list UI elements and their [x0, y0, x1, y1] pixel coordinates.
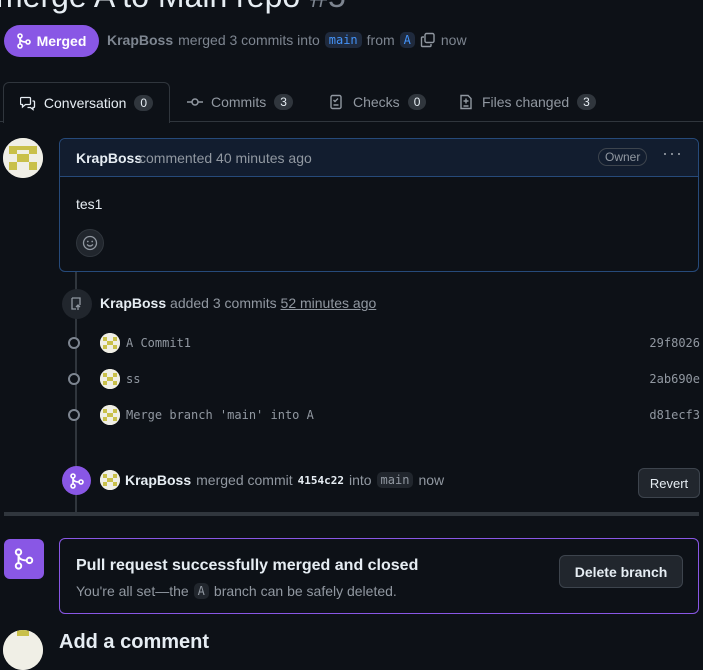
commits-event-author-link[interactable]: KrapBoss: [100, 295, 166, 311]
commit-sha-link[interactable]: d81ecf3: [649, 408, 700, 422]
commits-event-time-link[interactable]: 52 minutes ago: [281, 295, 377, 311]
pr-merged-time: now: [440, 32, 467, 48]
identicon-avatar-image: [100, 405, 120, 425]
repo-push-event-badge: [62, 289, 92, 319]
base-branch-label[interactable]: main: [324, 32, 362, 48]
tab-commits-label: Commits: [211, 94, 267, 110]
smiley-icon: [82, 235, 98, 251]
comment-action-text: commented 40 minutes ago: [139, 150, 312, 166]
commit-row: A Commit1 29f8026: [68, 331, 700, 355]
merge-event: KrapBoss merged commit 4154c22 into main…: [100, 470, 444, 490]
repo-push-icon: [71, 297, 81, 310]
merge-target-branch[interactable]: main: [376, 472, 414, 488]
add-comment-heading: Add a comment: [59, 631, 210, 653]
tab-conversation-count: 0: [134, 95, 154, 111]
head-branch-label[interactable]: A: [399, 32, 415, 48]
merged-box-desc-after: branch can be safely deleted.: [213, 583, 397, 599]
merge-event-time: now: [418, 472, 445, 488]
identicon-avatar-image: [100, 333, 120, 353]
pr-subtitle: KrapBoss merged 3 commits into main from…: [107, 32, 467, 48]
tab-files-changed-count: 3: [577, 94, 596, 110]
tab-files-changed[interactable]: Files changed 3: [458, 82, 596, 122]
commits-event-action: added 3 commits: [170, 295, 277, 311]
identicon-avatar-image: [3, 630, 43, 670]
comment-box: KrapBoss commented 40 minutes ago Owner …: [59, 138, 699, 272]
comment-author-link[interactable]: KrapBoss: [76, 150, 142, 166]
merged-box-branch[interactable]: A: [193, 583, 209, 599]
tab-commits-count: 3: [274, 94, 293, 110]
merge-event-badge: [62, 466, 91, 495]
commit-dot-icon: [68, 409, 80, 421]
commit-message-link[interactable]: A Commit1: [126, 336, 191, 350]
merge-author-avatar[interactable]: [100, 470, 120, 490]
comment-header: KrapBoss commented 40 minutes ago Owner …: [60, 139, 698, 177]
owner-role-badge: Owner: [598, 148, 648, 166]
tab-checks-count: 0: [407, 94, 427, 110]
commits-added-event: KrapBoss added 3 commits 52 minutes ago: [100, 295, 376, 311]
commit-dot-icon: [68, 337, 80, 349]
pr-author-link[interactable]: KrapBoss: [107, 32, 173, 48]
checklist-icon: [330, 94, 342, 110]
commit-author-avatar[interactable]: [100, 333, 120, 353]
commit-author-avatar[interactable]: [100, 405, 120, 425]
merge-commit-sha-link[interactable]: 4154c22: [298, 474, 344, 487]
merged-box-title: Pull request successfully merged and clo…: [76, 557, 419, 574]
commit-dot-icon: [68, 373, 80, 385]
identicon-avatar-image: [100, 369, 120, 389]
comment-body: tes1: [76, 196, 103, 212]
git-merge-icon: [69, 472, 84, 489]
pr-title-text: merge A to Main repo: [0, 0, 300, 14]
delete-branch-button[interactable]: Delete branch: [559, 555, 683, 588]
pr-merged-text: merged 3 commits into: [178, 32, 320, 48]
commit-row: Merge branch 'main' into A d81ecf3: [68, 403, 700, 427]
commit-row: ss 2ab690e: [68, 367, 700, 391]
comment-author-avatar[interactable]: [3, 138, 43, 178]
commit-sha-link[interactable]: 29f8026: [649, 336, 700, 350]
tab-conversation[interactable]: Conversation 0: [3, 82, 170, 123]
commit-sha-link[interactable]: 2ab690e: [649, 372, 700, 386]
comment-discussion-icon: [19, 96, 36, 111]
merged-box-description: You're all set—the A branch can be safel…: [76, 583, 397, 599]
git-merge-icon: [16, 33, 31, 49]
identicon-avatar-image: [100, 470, 120, 490]
tab-files-changed-label: Files changed: [482, 94, 570, 110]
merge-event-author-link[interactable]: KrapBoss: [125, 472, 191, 488]
tab-commits[interactable]: Commits 3: [187, 82, 293, 122]
commit-message-link[interactable]: Merge branch 'main' into A: [126, 408, 314, 422]
add-reaction-button[interactable]: [76, 229, 104, 257]
merged-status-badge: Merged: [4, 25, 99, 57]
identicon-avatar-image: [3, 138, 43, 178]
commit-message-link[interactable]: ss: [126, 372, 140, 386]
commit-author-avatar[interactable]: [100, 369, 120, 389]
pr-from-text: from: [366, 32, 395, 48]
timeline-end-divider: [4, 512, 699, 516]
revert-button[interactable]: Revert: [638, 468, 700, 498]
merge-event-into: into: [348, 472, 372, 488]
file-diff-icon: [460, 94, 472, 110]
tab-checks-label: Checks: [353, 94, 400, 110]
copy-icon[interactable]: [420, 32, 436, 48]
tab-conversation-label: Conversation: [43, 95, 127, 111]
tab-checks[interactable]: Checks 0: [329, 82, 427, 122]
merged-status-label: Merged: [36, 33, 87, 49]
merged-status-box: Pull request successfully merged and clo…: [59, 538, 699, 614]
pr-title: merge A to Main repo #5: [0, 0, 346, 15]
current-user-avatar: [3, 630, 43, 670]
merged-state-badge: [4, 539, 44, 579]
git-commit-icon: [187, 98, 203, 106]
merged-box-desc-before: You're all set—the: [76, 583, 189, 599]
pr-number: #5: [310, 0, 346, 14]
git-merge-icon: [14, 548, 34, 570]
kebab-menu-icon[interactable]: ···: [662, 143, 683, 164]
merge-event-action: merged commit: [196, 472, 293, 488]
